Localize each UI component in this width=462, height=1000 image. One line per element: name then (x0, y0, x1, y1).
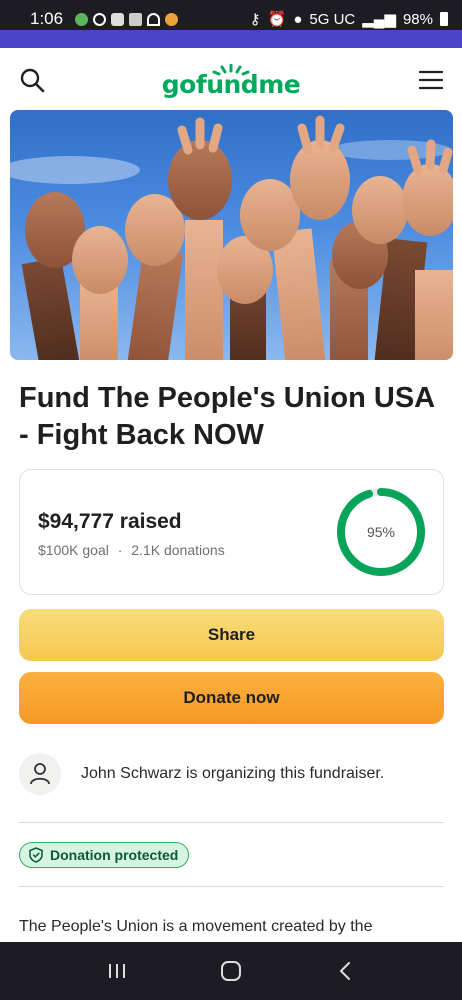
key-icon: ⚷ (249, 11, 261, 28)
goal-line: $100K goal · 2.1K donations (38, 542, 225, 558)
section-divider (19, 886, 444, 887)
browser-accent-strip (0, 30, 462, 48)
home-icon[interactable] (217, 957, 245, 985)
shield-notification-icon (93, 12, 107, 26)
app-notification-icon (75, 12, 89, 26)
recent-apps-icon[interactable] (103, 957, 131, 985)
search-icon[interactable] (18, 66, 46, 94)
shield-check-icon (29, 847, 43, 863)
donate-now-button[interactable]: Donate now (19, 672, 444, 724)
signal-icon: ▂▄▆ (362, 11, 396, 28)
battery-icon (440, 12, 448, 26)
battery-label: 98% (402, 10, 433, 28)
site-header: gofundme (0, 48, 462, 110)
raised-amount-line: $94,777 raised (38, 510, 182, 534)
organizer-row[interactable]: John Schwarz is organizing this fundrais… (19, 752, 444, 796)
organizer-avatar (19, 753, 61, 795)
back-icon[interactable] (331, 957, 359, 985)
donation-count: 2.1K donations (131, 542, 225, 558)
raised-amount: $94,777 (38, 510, 114, 533)
progress-card: $94,777 raised $100K goal · 2.1K donatio… (19, 469, 444, 595)
network-label: 5G UC (309, 10, 356, 28)
app-notification-icon (165, 12, 179, 26)
app-notification-icon (111, 12, 125, 26)
share-button[interactable]: Share (19, 609, 444, 661)
progress-percent: 95% (366, 524, 396, 540)
campaign-hero-image (10, 110, 453, 360)
campaign-description: The People's Union is a movement created… (19, 918, 373, 935)
alarm-icon: ⏰ (267, 11, 287, 28)
location-icon: ● (293, 10, 303, 28)
notification-icons (75, 12, 179, 26)
goal-amount: $100K goal (38, 542, 109, 558)
gallery-notification-icon (129, 12, 143, 26)
organizer-text: John Schwarz is organizing this fundrais… (81, 765, 385, 782)
donation-protected-badge[interactable]: Donation protected (19, 842, 190, 868)
section-divider (19, 822, 444, 823)
user-icon (30, 763, 50, 785)
status-time: 1:06 (30, 9, 64, 28)
wifi-icon (147, 12, 161, 26)
campaign-title: Fund The People's Union USA - Fight Back… (19, 382, 435, 451)
badge-label: Donation protected (50, 847, 179, 863)
logo-text: gofundme (161, 69, 301, 99)
hamburger-menu-icon[interactable] (418, 68, 444, 92)
goal-separator: · (117, 542, 123, 558)
system-nav-bar (0, 942, 462, 1000)
gofundme-logo[interactable]: gofundme (161, 63, 301, 99)
raised-label: raised (119, 510, 182, 533)
